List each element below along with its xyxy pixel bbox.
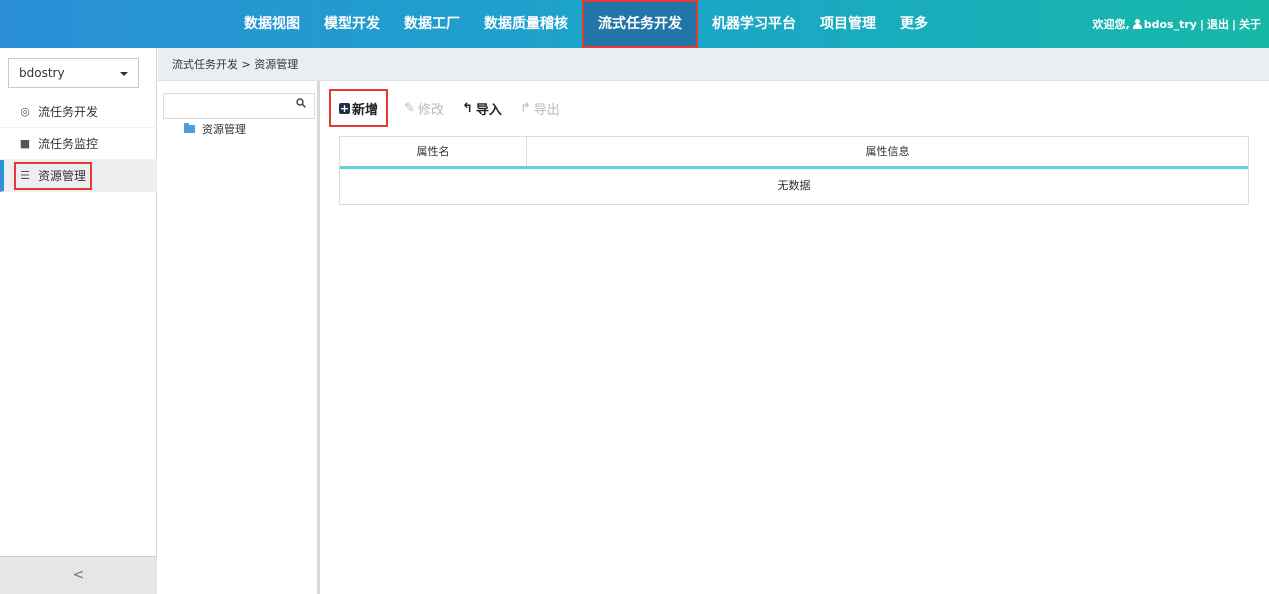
side-menu: ◎ 流任务开发 ■ 流任务监控 ☰ 资源管理: [0, 96, 157, 192]
tree-search-input[interactable]: [164, 94, 284, 118]
sidebar-item-highlight: ☰ 资源管理: [14, 161, 93, 190]
tree-node-resource-mgmt[interactable]: 资源管理: [184, 121, 246, 137]
user-bar: 欢迎您, bdos_try | 退出 | 关于: [1093, 0, 1261, 48]
import-button[interactable]: ↰ 导入: [462, 99, 502, 118]
sidebar-item-label: 流任务监控: [38, 136, 99, 151]
nav-item-data-factory[interactable]: 数据工厂: [392, 0, 472, 48]
nav-item-stream-task-dev[interactable]: 流式任务开发: [582, 0, 698, 48]
search-icon[interactable]: [296, 98, 306, 108]
chevron-left-icon: <: [72, 567, 85, 583]
nav-item-model-dev[interactable]: 模型开发: [312, 0, 392, 48]
list-icon: ☰: [20, 168, 30, 182]
main-content: + 新增 ✎ 修改 ↰ 导入 ↱ 导出 属性名 属性信息 无数据: [323, 81, 1269, 594]
welcome-text: 欢迎您,: [1092, 18, 1130, 31]
add-button[interactable]: + 新增: [329, 89, 389, 127]
logout-link[interactable]: 退出: [1207, 16, 1229, 32]
left-sidebar: bdostry ◎ 流任务开发 ■ 流任务监控 ☰ 资源管理 <: [0, 48, 157, 594]
column-header-property-name[interactable]: 属性名: [340, 137, 527, 166]
separator: |: [1231, 17, 1236, 31]
add-button-label: 新增: [352, 102, 379, 118]
breadcrumb: 流式任务开发 > 资源管理: [158, 48, 1269, 81]
monitor-icon: ■: [19, 136, 31, 150]
toolbar: + 新增 ✎ 修改 ↰ 导入 ↱ 导出: [329, 89, 578, 127]
sidebar-item-stream-task-dev[interactable]: ◎ 流任务开发: [0, 96, 157, 128]
edit-icon: ✎: [404, 100, 415, 116]
breadcrumb-text: 流式任务开发 > 资源管理: [172, 58, 299, 71]
share-icon: ↱: [519, 100, 531, 116]
plus-icon: +: [339, 101, 350, 115]
project-select[interactable]: bdostry: [8, 58, 139, 88]
resource-tree-panel: 资源管理: [158, 81, 320, 594]
export-button[interactable]: ↱ 导出: [520, 99, 560, 118]
chevron-down-icon: [120, 72, 128, 76]
separator: |: [1199, 17, 1204, 31]
project-select-value: bdostry: [19, 66, 65, 80]
nav-item-data-view[interactable]: 数据视图: [232, 0, 312, 48]
reply-icon: ↰: [461, 100, 473, 116]
export-button-label: 导出: [533, 102, 560, 118]
edit-button-label: 修改: [417, 102, 444, 118]
nav-item-project-mgmt[interactable]: 项目管理: [808, 0, 888, 48]
sidebar-item-label: 流任务开发: [38, 104, 99, 119]
user-icon: [1132, 19, 1142, 29]
import-button-label: 导入: [475, 102, 502, 118]
property-table: 属性名 属性信息 无数据: [339, 136, 1249, 205]
nav-item-more[interactable]: 更多: [888, 0, 940, 48]
edit-button[interactable]: ✎ 修改: [404, 99, 444, 118]
top-navigation-bar: 数据视图 模型开发 数据工厂 数据质量稽核 流式任务开发 机器学习平台 项目管理…: [0, 0, 1269, 48]
folder-icon: [184, 123, 195, 133]
about-link[interactable]: 关于: [1239, 16, 1261, 32]
main-menu: 数据视图 模型开发 数据工厂 数据质量稽核 流式任务开发 机器学习平台 项目管理…: [232, 0, 940, 48]
sidebar-item-label: 资源管理: [38, 168, 87, 183]
table-header: 属性名 属性信息: [340, 137, 1248, 169]
username[interactable]: bdos_try: [1144, 18, 1197, 31]
sidebar-item-stream-task-monitor[interactable]: ■ 流任务监控: [0, 128, 157, 160]
nav-item-ml-platform[interactable]: 机器学习平台: [700, 0, 808, 48]
column-header-property-info[interactable]: 属性信息: [527, 137, 1248, 166]
empty-state-text: 无数据: [777, 179, 811, 192]
tree-node-label: 资源管理: [202, 123, 246, 136]
nav-item-data-quality[interactable]: 数据质量稽核: [472, 0, 580, 48]
sidebar-collapse-button[interactable]: <: [0, 556, 157, 594]
eye-icon: ◎: [20, 104, 30, 118]
tree-search-box: [163, 93, 315, 119]
sidebar-item-resource-mgmt[interactable]: ☰ 资源管理: [0, 160, 157, 192]
